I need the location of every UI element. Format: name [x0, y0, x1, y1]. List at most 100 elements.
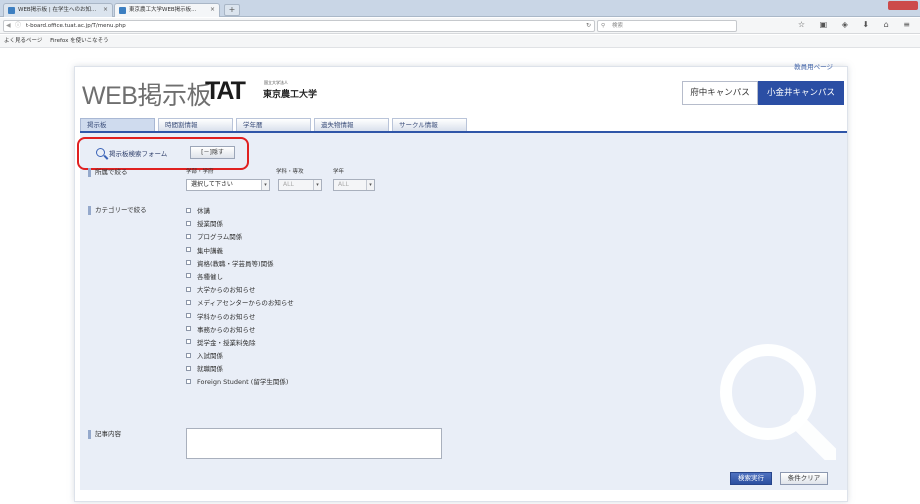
checkbox[interactable]: [186, 273, 191, 279]
url-text: t-board.office.tuat.ac.jp/T/menu.php: [26, 23, 126, 29]
logo-univ-small: 国立大学法人: [264, 80, 288, 85]
category-label: 大学からのお知らせ: [197, 286, 256, 295]
dept-select[interactable]: ALL ▾: [278, 179, 322, 191]
url-bar[interactable]: ◀ ⓘ t-board.office.tuat.ac.jp/T/menu.php…: [3, 20, 595, 32]
checkbox[interactable]: [186, 326, 191, 332]
checkbox[interactable]: [186, 260, 191, 266]
checkbox[interactable]: [186, 299, 191, 305]
bookmarks-bar: よく見るページ Firefox を使いこなそう: [0, 35, 920, 48]
staff-page-link[interactable]: 教員用ページ: [794, 61, 833, 71]
category-label: 入試関係: [197, 352, 223, 361]
toolbar-icons[interactable]: ☆ ▣ ◈ ⬇ ⌂ ≡: [798, 20, 916, 29]
category-item[interactable]: 資格(教職・学芸員等)関係: [186, 258, 294, 271]
new-tab-button[interactable]: +: [224, 4, 240, 16]
year-label: 学年: [333, 169, 345, 175]
checkbox[interactable]: [186, 339, 191, 345]
checkbox[interactable]: [186, 286, 191, 292]
year-select-value: ALL: [338, 181, 349, 188]
checkbox[interactable]: [186, 352, 191, 358]
chevron-down-icon: ▾: [313, 180, 321, 190]
category-label: Foreign Student (留学生関係): [197, 378, 289, 387]
clear-conditions-button[interactable]: 条件クリア: [780, 472, 828, 485]
category-label: 休講: [197, 207, 210, 215]
tab-bulletin[interactable]: 掲示板: [80, 118, 155, 131]
favicon-icon: [8, 7, 15, 14]
article-content-textarea[interactable]: [186, 428, 442, 459]
category-label: メディアセンターからのお知らせ: [197, 299, 294, 308]
search-placeholder: 検索: [612, 23, 624, 29]
reload-icon[interactable]: ↻: [586, 21, 591, 31]
checkbox[interactable]: [186, 220, 191, 226]
bookmark-frequent[interactable]: よく見るページ: [4, 38, 42, 44]
faculty-select[interactable]: 選択して下さい ▾: [186, 179, 270, 191]
logo-web-text: WEB掲示板: [82, 82, 211, 110]
browser-tab-title: 東京農工大学WEB掲示板...: [129, 7, 197, 13]
logo-tat-text: TAT: [205, 77, 246, 105]
category-label: プログラム関係: [197, 233, 243, 242]
close-tab-icon[interactable]: ×: [103, 4, 108, 16]
checkbox[interactable]: [186, 247, 191, 253]
category-item[interactable]: 学科からのお知らせ: [186, 311, 294, 324]
highlight-annotation: [77, 137, 249, 170]
category-item[interactable]: 集中講義: [186, 245, 294, 258]
checkbox[interactable]: [186, 207, 191, 213]
tab-lost-items[interactable]: 遺失物情報: [314, 118, 389, 131]
category-item[interactable]: 各種催し: [186, 271, 294, 284]
category-item[interactable]: 事務からのお知らせ: [186, 324, 294, 337]
category-label: 学科からのお知らせ: [197, 312, 256, 321]
browser-search-input[interactable]: ⚲ 検索: [597, 20, 737, 32]
tab-timetable[interactable]: 時間割情報: [158, 118, 233, 131]
category-item[interactable]: プログラム関係: [186, 231, 294, 244]
article-content-label: 記事内容: [88, 430, 121, 439]
category-item[interactable]: 就職関係: [186, 363, 294, 376]
category-filter-label: カテゴリーで絞る: [88, 206, 147, 215]
affiliation-filter-label: 所属で絞る: [88, 168, 128, 177]
faculty-label: 学部・学府: [186, 169, 214, 175]
category-item[interactable]: 授業関係: [186, 218, 294, 231]
decorative-magnifier-icon: [720, 344, 836, 460]
checkbox[interactable]: [186, 365, 191, 371]
logo-univ-name: 東京農工大学: [263, 90, 318, 100]
chevron-down-icon: ▾: [366, 180, 374, 190]
checkbox[interactable]: [186, 233, 191, 239]
favicon-icon: [119, 7, 126, 14]
back-icon[interactable]: ◀: [6, 21, 11, 31]
bookmark-firefox[interactable]: Firefox を使いこなそう: [50, 38, 108, 44]
search-icon: ⚲: [601, 23, 606, 29]
checkbox[interactable]: [186, 378, 191, 384]
info-icon[interactable]: ⓘ: [15, 21, 21, 31]
faculty-select-value: 選択して下さい: [191, 181, 233, 188]
dept-select-value: ALL: [283, 181, 294, 188]
category-label: 集中講義: [197, 246, 223, 255]
category-label: 各種催し: [197, 272, 223, 281]
campus-fuchu-button[interactable]: 府中キャンパス: [682, 81, 758, 105]
tab-circle[interactable]: サークル情報: [392, 118, 467, 131]
category-item[interactable]: 休講: [186, 205, 294, 218]
campus-koganei-button[interactable]: 小金井キャンパス: [758, 81, 844, 105]
close-tab-icon[interactable]: ×: [210, 4, 215, 16]
category-label: 資格(教職・学芸員等)関係: [197, 259, 274, 268]
checkbox[interactable]: [186, 313, 191, 318]
category-item[interactable]: Foreign Student (留学生関係): [186, 376, 294, 389]
search-execute-button[interactable]: 検索実行: [730, 472, 772, 485]
category-item[interactable]: メディアセンターからのお知らせ: [186, 297, 294, 310]
category-list: 休講 授業関係 プログラム関係 集中講義 資格(教職・学芸員等)関係 各種催し …: [186, 205, 294, 390]
dept-label: 学科・専攻: [276, 169, 304, 175]
category-item[interactable]: 入試関係: [186, 350, 294, 363]
browser-tab-title: WEB掲示板 | 在学生へのお知...: [18, 7, 97, 13]
window-controls[interactable]: [888, 1, 918, 10]
browser-tab-bar: WEB掲示板 | 在学生へのお知... × 東京農工大学WEB掲示板... × …: [0, 0, 920, 17]
browser-nav-bar: ◀ ⓘ t-board.office.tuat.ac.jp/T/menu.php…: [0, 18, 920, 34]
year-select[interactable]: ALL ▾: [333, 179, 375, 191]
chevron-down-icon: ▾: [261, 180, 269, 190]
category-label: 事務からのお知らせ: [197, 325, 256, 334]
browser-tab-1[interactable]: WEB掲示板 | 在学生へのお知... ×: [3, 3, 113, 17]
category-label: 授業関係: [197, 220, 223, 229]
category-item[interactable]: 奨学金・授業料免除: [186, 337, 294, 350]
tab-calendar[interactable]: 学年暦: [236, 118, 311, 131]
browser-tab-2[interactable]: 東京農工大学WEB掲示板... ×: [114, 3, 220, 17]
category-label: 奨学金・授業料免除: [197, 338, 256, 347]
page-tabs: 掲示板 時間割情報 学年暦 遺失物情報 サークル情報: [80, 118, 847, 131]
category-item[interactable]: 大学からのお知らせ: [186, 284, 294, 297]
category-label: 就職関係: [197, 365, 223, 374]
